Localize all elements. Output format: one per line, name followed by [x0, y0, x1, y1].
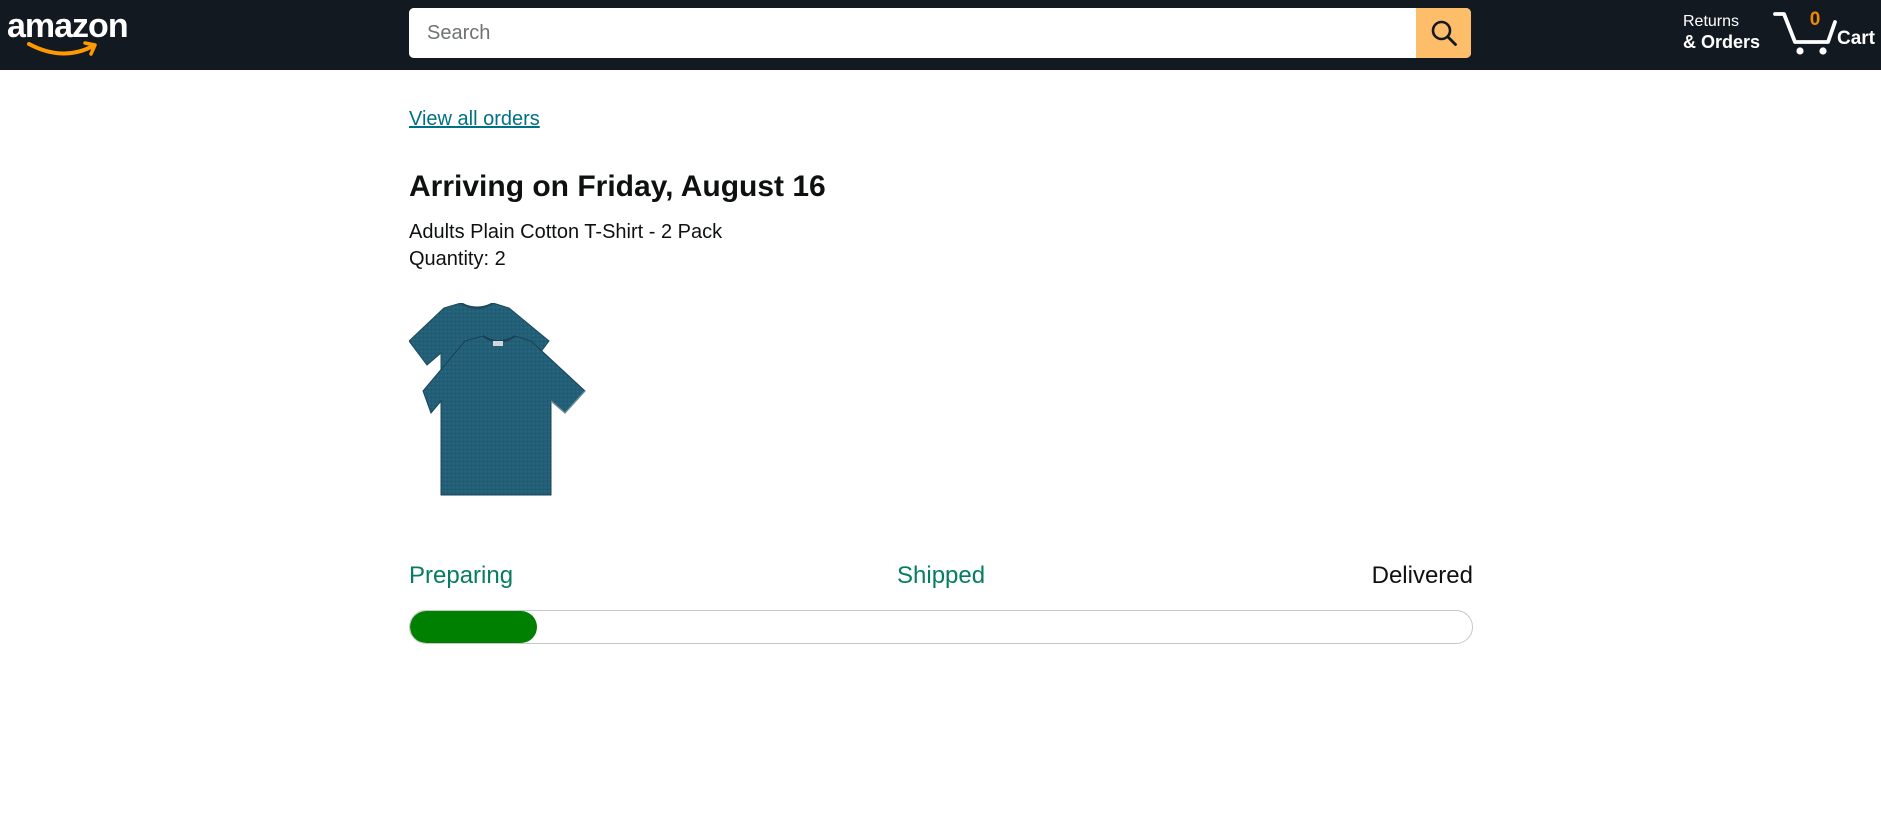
search-button[interactable]: [1416, 8, 1471, 58]
step-preparing: Preparing: [409, 562, 514, 589]
tracking-steps: Preparing Shipped Delivered: [409, 562, 1473, 594]
search-bar: [409, 8, 1471, 58]
search-input[interactable]: [409, 8, 1416, 58]
amazon-logo[interactable]: amazon: [7, 6, 137, 58]
logo-smile-icon: [27, 41, 97, 56]
orders-label: & Orders: [1683, 32, 1761, 52]
product-quantity: Quantity: 2: [409, 248, 506, 270]
returns-and-orders-link[interactable]: Returns & Orders: [1683, 11, 1760, 53]
tracking-progress-bar: [409, 610, 1473, 644]
product-name: Adults Plain Cotton T-Shirt - 2 Pack: [409, 221, 723, 243]
step-shipped: Shipped: [897, 562, 986, 589]
arrival-heading: Arriving on Friday, August 16: [409, 170, 826, 203]
cart-button[interactable]: 0 Cart: [1773, 8, 1881, 58]
search-icon: [1431, 20, 1457, 46]
step-delivered: Delivered: [1371, 562, 1473, 589]
product-image[interactable]: [409, 303, 589, 499]
tracking-progress-fill: [410, 611, 538, 643]
cart-label: Cart: [1837, 28, 1876, 49]
cart-count-badge: 0: [1809, 9, 1821, 30]
top-navigation-bar: amazon Returns & Orders 0 Cart: [0, 0, 1881, 70]
returns-label: Returns: [1683, 13, 1740, 30]
view-all-orders-link[interactable]: View all orders: [409, 108, 540, 131]
